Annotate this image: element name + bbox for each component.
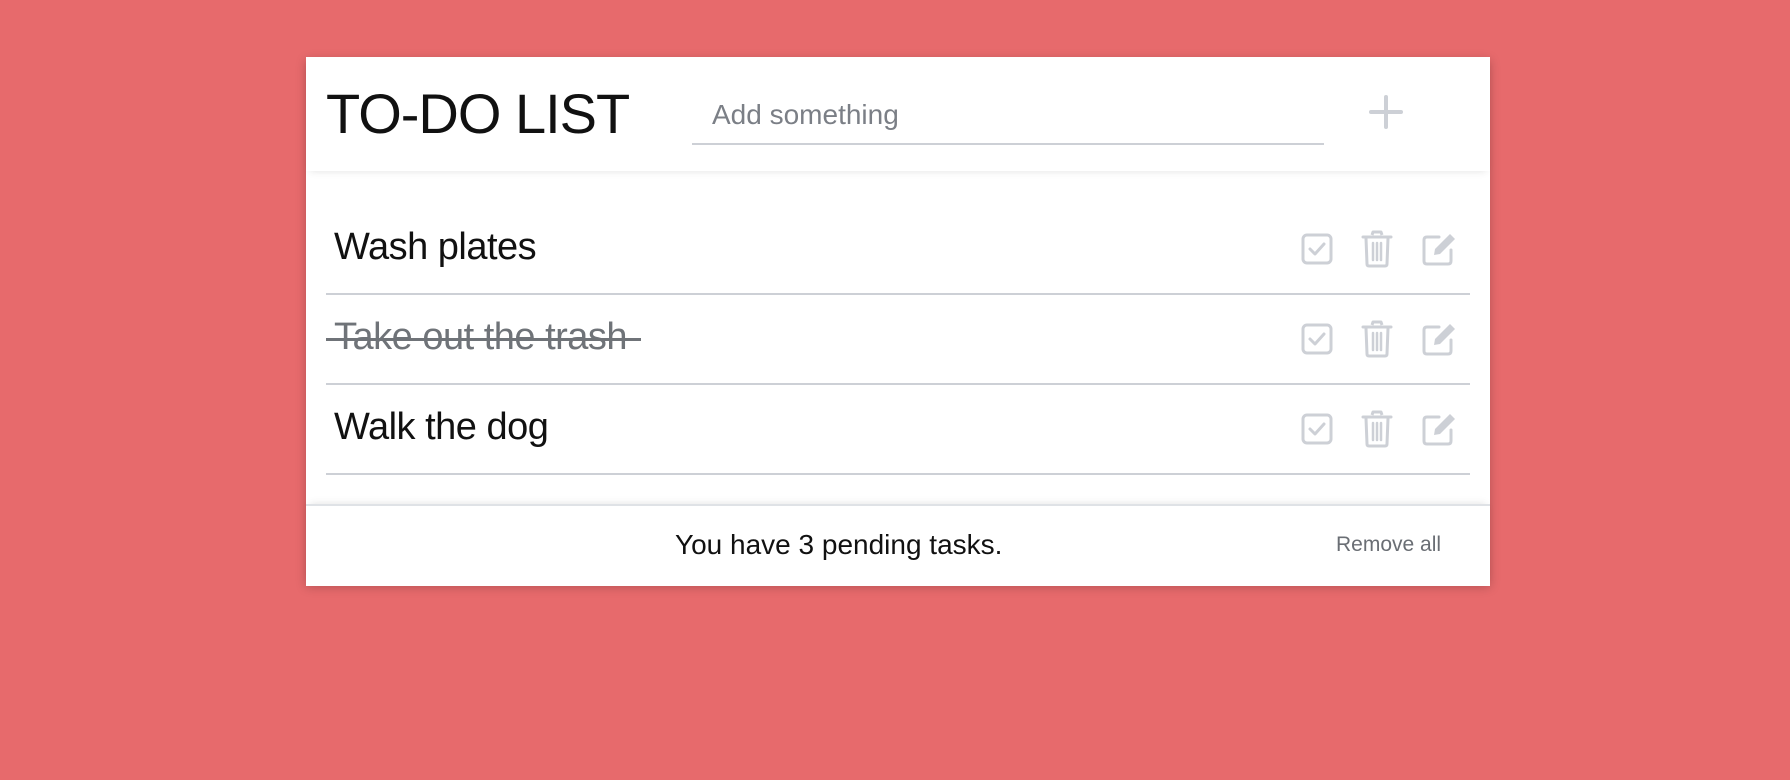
remove-all-button[interactable]: Remove all bbox=[1336, 532, 1441, 558]
task-text: Wash plates bbox=[334, 226, 537, 268]
edit-task-button[interactable] bbox=[1420, 319, 1460, 359]
task-text: Take out the trash bbox=[334, 316, 628, 358]
check-square-icon bbox=[1301, 323, 1333, 355]
edit-task-button[interactable] bbox=[1420, 229, 1460, 269]
task-text: Walk the dog bbox=[334, 406, 549, 448]
task-item: Walk the dog bbox=[326, 385, 1470, 475]
pending-count-text: You have 3 pending tasks. bbox=[675, 529, 1003, 560]
strikethrough-line bbox=[326, 338, 641, 341]
delete-task-button[interactable] bbox=[1360, 229, 1400, 269]
todo-footer: You have 3 pending tasks. Remove all bbox=[306, 504, 1490, 586]
edit-icon bbox=[1422, 414, 1455, 446]
todo-card: TO-DO LIST Wash plates bbox=[306, 57, 1490, 586]
check-square-icon bbox=[1301, 413, 1333, 445]
todo-header: TO-DO LIST bbox=[306, 57, 1490, 171]
edit-icon bbox=[1422, 234, 1455, 266]
edit-task-button[interactable] bbox=[1420, 409, 1460, 449]
trash-icon bbox=[1361, 230, 1393, 268]
page-title: TO-DO LIST bbox=[326, 82, 630, 145]
complete-task-button[interactable] bbox=[1300, 229, 1340, 269]
task-item: Take out the trash bbox=[326, 295, 1470, 385]
trash-icon bbox=[1361, 410, 1393, 448]
plus-icon bbox=[1369, 95, 1403, 129]
check-square-icon bbox=[1301, 233, 1333, 265]
delete-task-button[interactable] bbox=[1360, 319, 1400, 359]
complete-task-button[interactable] bbox=[1300, 409, 1340, 449]
delete-task-button[interactable] bbox=[1360, 409, 1400, 449]
add-task-button[interactable] bbox=[1361, 87, 1411, 137]
add-task-input[interactable] bbox=[692, 87, 1324, 145]
edit-icon bbox=[1422, 324, 1455, 356]
complete-task-button[interactable] bbox=[1300, 319, 1340, 359]
trash-icon bbox=[1361, 320, 1393, 358]
task-list: Wash plates Take out the trash Walk the … bbox=[326, 205, 1470, 475]
task-item: Wash plates bbox=[326, 205, 1470, 295]
